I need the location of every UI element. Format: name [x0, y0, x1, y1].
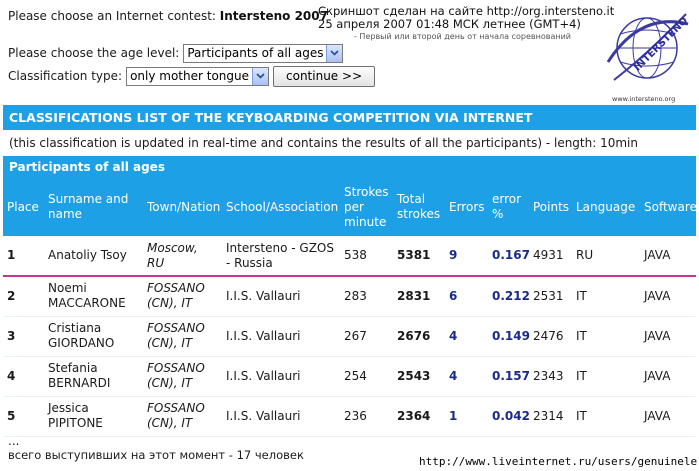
cell-language: RU [572, 236, 640, 277]
classification-row: Classification type: only mother tongue … [8, 65, 376, 87]
more-dots: ... [8, 434, 20, 448]
cell-town: Moscow, RU [143, 236, 222, 277]
col-software: Software [640, 178, 697, 236]
logo-url[interactable]: www.intersteno.org [612, 95, 675, 103]
note-line-3: - Первый или второй день от начала сорев… [354, 32, 571, 41]
cell-school: I.I.S. Vallauri [222, 316, 340, 357]
cell-errors: 1 [445, 396, 488, 437]
cell-school: Intersteno - GZOS - Russia [222, 236, 340, 277]
age-level-value: Participants of all ages [187, 46, 324, 60]
cell-name: Noemi MACCARONE [44, 276, 143, 317]
cell-software: JAVA [640, 396, 696, 437]
cell-language: IT [572, 396, 640, 437]
classification-select[interactable]: only mother tongue [126, 66, 270, 86]
continue-button[interactable]: continue >> [273, 65, 376, 87]
cell-language: IT [572, 356, 640, 397]
cell-total: 2831 [393, 276, 445, 317]
info-text: (this classification is updated in real-… [9, 136, 638, 150]
section-title: CLASSIFICATIONS LIST OF THE KEYBOARDING … [3, 105, 696, 130]
cell-errors: 6 [445, 276, 488, 317]
cell-total: 2543 [393, 356, 445, 397]
cell-points: 2531 [529, 276, 572, 317]
cell-err-pct: 0.042 [488, 396, 530, 437]
cell-spm: 267 [340, 316, 393, 357]
cell-spm: 538 [340, 236, 393, 277]
age-prompt: Please choose the age level: [8, 46, 180, 60]
cell-town: FOSSANO (CN), IT [143, 316, 222, 357]
col-points: Points [529, 178, 572, 236]
cell-points: 2476 [529, 316, 572, 357]
screenshot-note: Скриншот сделан на сайте http://org.inte… [318, 5, 614, 43]
cell-spm: 236 [340, 396, 393, 437]
cell-total: 2364 [393, 396, 445, 437]
results-table: Place Surname and name Town/Nation Schoo… [3, 178, 697, 437]
col-town: Town/Nation [143, 178, 222, 236]
cell-spm: 254 [340, 356, 393, 397]
cell-errors: 4 [445, 356, 488, 397]
cell-points: 2314 [529, 396, 572, 437]
cell-err-pct: 0.149 [488, 316, 530, 357]
globe-logo-icon: INTERSTENO [606, 13, 690, 81]
table-row: 5 Jessica PIPITONE FOSSANO (CN), IT I.I.… [3, 396, 696, 437]
table-row: 3 Cristiana GIORDANO FOSSANO (CN), IT I.… [3, 316, 696, 357]
cell-err-pct: 0.167 [488, 236, 530, 277]
col-language: Language [572, 178, 640, 236]
col-spm: Strokes per minute [340, 178, 393, 236]
col-place: Place [3, 178, 44, 236]
chevron-down-icon[interactable] [252, 67, 269, 85]
cell-errors: 9 [445, 236, 488, 277]
cell-language: IT [572, 276, 640, 317]
cell-name: Stefania BERNARDI [44, 356, 143, 397]
cell-place: 3 [3, 316, 44, 357]
cell-name: Anatoliy Tsoy [44, 236, 143, 277]
cell-err-pct: 0.157 [488, 356, 530, 397]
total-participants: всего выступивших на этот момент - 17 че… [8, 448, 304, 462]
cell-town: FOSSANO (CN), IT [143, 276, 222, 317]
cell-school: I.I.S. Vallauri [222, 356, 340, 397]
col-err-pct: error % [488, 178, 529, 236]
age-level-select[interactable]: Participants of all ages [183, 43, 344, 63]
cell-school: I.I.S. Vallauri [222, 276, 340, 317]
chevron-down-icon[interactable] [326, 44, 343, 62]
cell-language: IT [572, 316, 640, 357]
cell-name: Jessica PIPITONE [44, 396, 143, 437]
contest-prompt: Please choose an Internet contest: [8, 9, 216, 23]
cell-total: 5381 [393, 236, 445, 277]
col-name: Surname and name [44, 178, 143, 236]
group-title: Participants of all ages [3, 156, 696, 178]
cell-software: JAVA [640, 316, 696, 357]
cell-town: FOSSANO (CN), IT [143, 396, 222, 437]
credit-url[interactable]: http://www.liveinternet.ru/users/genuine… [419, 455, 699, 468]
cell-name: Cristiana GIORDANO [44, 316, 143, 357]
classification-value: only mother tongue [130, 69, 250, 83]
cell-software: JAVA [640, 236, 696, 277]
age-row: Please choose the age level: Participant… [8, 42, 375, 64]
col-errors: Errors [445, 178, 488, 236]
col-school: School/Association [222, 178, 340, 236]
cell-points: 2343 [529, 356, 572, 397]
table-row: 1 Anatoliy Tsoy Moscow, RU Intersteno - … [3, 236, 696, 277]
cell-place: 5 [3, 396, 44, 437]
cell-place: 1 [3, 236, 44, 277]
table-row: 2 Noemi MACCARONE FOSSANO (CN), IT I.I.S… [3, 276, 696, 317]
cell-err-pct: 0.212 [488, 276, 530, 317]
table-header-row: Place Surname and name Town/Nation Schoo… [3, 178, 697, 236]
contest-name[interactable]: Intersteno 2007 [220, 9, 328, 23]
cell-town: FOSSANO (CN), IT [143, 356, 222, 397]
cell-points: 4931 [529, 236, 572, 277]
classification-prompt: Classification type: [8, 69, 123, 83]
cell-software: JAVA [640, 356, 696, 397]
cell-total: 2676 [393, 316, 445, 357]
cell-place: 2 [3, 276, 44, 317]
cell-spm: 283 [340, 276, 393, 317]
col-total: Total strokes [393, 178, 445, 236]
intersteno-logo: INTERSTENO www.intersteno.org [600, 2, 694, 104]
note-line-2: 25 апреля 2007 01:48 МСК летнее (GMT+4) [318, 17, 581, 31]
cell-school: I.I.S. Vallauri [222, 396, 340, 437]
cell-place: 4 [3, 356, 44, 397]
table-row: 4 Stefania BERNARDI FOSSANO (CN), IT I.I… [3, 356, 696, 397]
cell-software: JAVA [640, 276, 696, 317]
cell-errors: 4 [445, 316, 488, 357]
